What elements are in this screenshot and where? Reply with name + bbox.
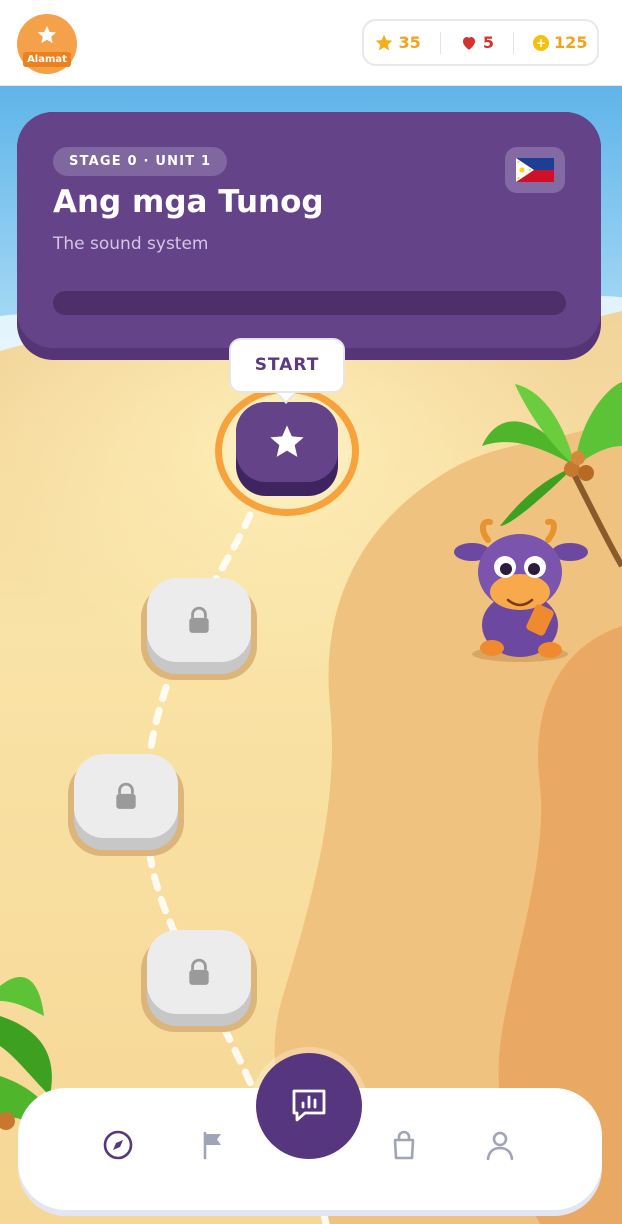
alamat-logo[interactable]: Alamat — [17, 14, 77, 74]
lesson-node-locked[interactable] — [141, 578, 257, 680]
hearts-stat[interactable]: 5 — [460, 33, 494, 52]
star-icon — [270, 425, 304, 457]
star-icon — [375, 34, 392, 50]
stars-count: 35 — [398, 33, 421, 52]
philippines-flag-icon — [516, 158, 554, 182]
chat-bars-icon — [292, 1089, 326, 1122]
top-bar: Alamat 35 5 + 125 — [0, 0, 622, 86]
flag-icon — [203, 1131, 221, 1160]
lock-icon — [116, 782, 136, 809]
nav-shop-button[interactable] — [387, 1128, 421, 1162]
stars-stat[interactable]: 35 — [374, 33, 421, 53]
person-icon — [486, 1131, 514, 1161]
unit-subtitle: The sound system — [53, 234, 209, 254]
language-flag-button[interactable] — [505, 147, 565, 193]
lesson-node-locked[interactable] — [141, 930, 257, 1032]
nav-chat-button[interactable] — [256, 1053, 362, 1159]
unit-progress-bar — [53, 291, 566, 315]
shopping-bag-icon — [393, 1130, 415, 1160]
heart-icon — [462, 36, 475, 50]
coins-count: 125 — [554, 33, 588, 52]
unit-title: Ang mga Tunog — [53, 184, 324, 220]
nav-profile-button[interactable] — [483, 1128, 517, 1162]
start-tooltip[interactable]: START — [229, 338, 345, 393]
unit-card[interactable]: STAGE 0 · UNIT 1 Ang mga Tunog The sound… — [17, 112, 601, 360]
stage-badge: STAGE 0 · UNIT 1 — [53, 147, 228, 176]
lock-icon — [189, 606, 209, 633]
nav-goals-button[interactable] — [196, 1128, 230, 1162]
coins-stat[interactable]: + 125 — [533, 33, 587, 52]
compass-icon — [103, 1130, 133, 1160]
coin-icon: + — [533, 34, 550, 51]
stat-divider — [513, 31, 515, 54]
stats-bar: 35 5 + 125 — [362, 19, 599, 66]
nav-explore-button[interactable] — [101, 1128, 135, 1162]
lesson-node-locked[interactable] — [68, 754, 184, 856]
logo-label: Alamat — [23, 52, 71, 67]
star-icon — [37, 25, 57, 44]
hearts-count: 5 — [482, 33, 494, 52]
lock-icon — [189, 958, 209, 985]
stat-divider — [439, 31, 441, 54]
lesson-node-start[interactable] — [236, 402, 338, 496]
